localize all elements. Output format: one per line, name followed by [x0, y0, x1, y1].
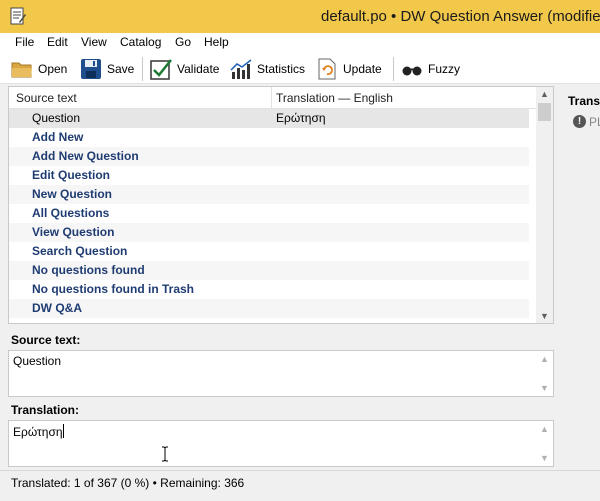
translation-scrollbar[interactable]: ▲ ▼	[536, 421, 553, 466]
translation-text-value: Ερώτηση	[13, 425, 63, 439]
list-row[interactable]: Add New	[9, 128, 529, 147]
row-source: No questions found	[32, 263, 145, 277]
list-rows: Question Ερώτηση Add New Add New Question…	[9, 109, 537, 318]
update-button-label: Update	[343, 62, 382, 76]
list-header: Source text Translation — English	[9, 87, 537, 109]
menu-bar: File Edit View Catalog Go Help	[0, 33, 600, 53]
window-title: default.po • DW Question Answer (modifie	[321, 8, 600, 25]
statistics-chart-icon	[230, 59, 252, 79]
list-row[interactable]: All Questions	[9, 204, 529, 223]
list-row[interactable]: No questions found in Trash	[9, 280, 529, 299]
open-button[interactable]: Open	[11, 56, 67, 82]
statistics-button-label: Statistics	[257, 62, 306, 76]
text-caret	[62, 424, 64, 438]
column-divider[interactable]	[271, 87, 272, 109]
update-document-icon	[318, 58, 336, 80]
fuzzy-button-label: Fuzzy	[428, 62, 461, 76]
side-panel-item[interactable]: PL	[589, 115, 600, 129]
toolbar-separator	[142, 57, 143, 81]
toolbar-separator	[393, 57, 394, 81]
row-source: Add New Question	[32, 149, 139, 163]
list-row[interactable]: View Question	[9, 223, 529, 242]
row-source: View Question	[32, 225, 115, 239]
menu-go[interactable]: Go	[175, 35, 191, 49]
menu-help[interactable]: Help	[204, 35, 229, 49]
row-source: Question	[32, 111, 81, 125]
menu-view[interactable]: View	[81, 35, 107, 49]
warning-icon: !	[573, 115, 586, 128]
translation-side-panel: Transl ! PL	[556, 86, 600, 468]
translation-label: Translation:	[11, 403, 80, 417]
fuzzy-button[interactable]: Fuzzy	[401, 56, 460, 82]
toolbar: Open Save Validate Statistics Update Fuz…	[0, 53, 600, 84]
scroll-down-arrow-icon[interactable]: ▼	[540, 383, 549, 393]
column-header-translation[interactable]: Translation — English	[276, 91, 393, 105]
row-source: Add New	[32, 130, 84, 144]
status-text: Translated: 1 of 367 (0 %) • Remaining: …	[11, 476, 245, 490]
translation-list[interactable]: Source text Translation — English Questi…	[8, 86, 554, 324]
i-beam-cursor-icon	[162, 446, 168, 462]
row-source: Search Question	[32, 244, 128, 258]
app-icon[interactable]	[10, 7, 26, 25]
menu-catalog[interactable]: Catalog	[120, 35, 161, 49]
side-panel-title: Transl	[568, 94, 600, 108]
scroll-up-arrow-icon[interactable]: ▲	[540, 424, 549, 434]
validate-button[interactable]: Validate	[150, 56, 219, 82]
save-button-label: Save	[107, 62, 135, 76]
checkbox-check-icon	[150, 59, 172, 80]
scroll-up-arrow-icon[interactable]: ▲	[540, 89, 549, 99]
menu-edit[interactable]: Edit	[47, 35, 68, 49]
validate-button-label: Validate	[177, 62, 220, 76]
list-row[interactable]: No questions found	[9, 261, 529, 280]
scroll-up-arrow-icon[interactable]: ▲	[540, 354, 549, 364]
row-source: No questions found in Trash	[32, 282, 194, 296]
statistics-button[interactable]: Statistics	[230, 56, 305, 82]
scroll-down-arrow-icon[interactable]: ▼	[540, 311, 549, 321]
row-source: All Questions	[32, 206, 110, 220]
row-source: Edit Question	[32, 168, 110, 182]
row-source: DW Q&A	[32, 301, 82, 315]
update-button[interactable]: Update	[316, 56, 382, 82]
title-bar: default.po • DW Question Answer (modifie	[0, 0, 600, 33]
open-button-label: Open	[38, 62, 68, 76]
menu-file[interactable]: File	[15, 35, 34, 49]
floppy-disk-icon	[81, 59, 101, 79]
list-row[interactable]: DW Q&A	[9, 299, 529, 318]
row-source: New Question	[32, 187, 113, 201]
scroll-down-arrow-icon[interactable]: ▼	[540, 453, 549, 463]
save-button[interactable]: Save	[80, 56, 134, 82]
glasses-icon	[402, 66, 422, 76]
list-scrollbar[interactable]: ▲ ▼	[536, 87, 553, 323]
scrollbar-thumb[interactable]	[538, 103, 551, 121]
list-row[interactable]: Question Ερώτηση	[9, 109, 529, 128]
source-text-value: Question	[13, 354, 62, 368]
list-row[interactable]: Edit Question	[9, 166, 529, 185]
row-translation: Ερώτηση	[276, 111, 326, 125]
status-bar: Translated: 1 of 367 (0 %) • Remaining: …	[0, 470, 600, 501]
list-row[interactable]: Search Question	[9, 242, 529, 261]
translation-text-box[interactable]: Ερώτηση ▲ ▼	[8, 420, 554, 467]
source-text-label: Source text:	[11, 333, 81, 347]
list-row[interactable]: Add New Question	[9, 147, 529, 166]
list-row[interactable]: New Question	[9, 185, 529, 204]
folder-icon	[11, 62, 32, 78]
source-text-box[interactable]: Question ▲ ▼	[8, 350, 554, 397]
source-scrollbar[interactable]: ▲ ▼	[536, 351, 553, 396]
column-header-source[interactable]: Source text	[16, 91, 77, 105]
